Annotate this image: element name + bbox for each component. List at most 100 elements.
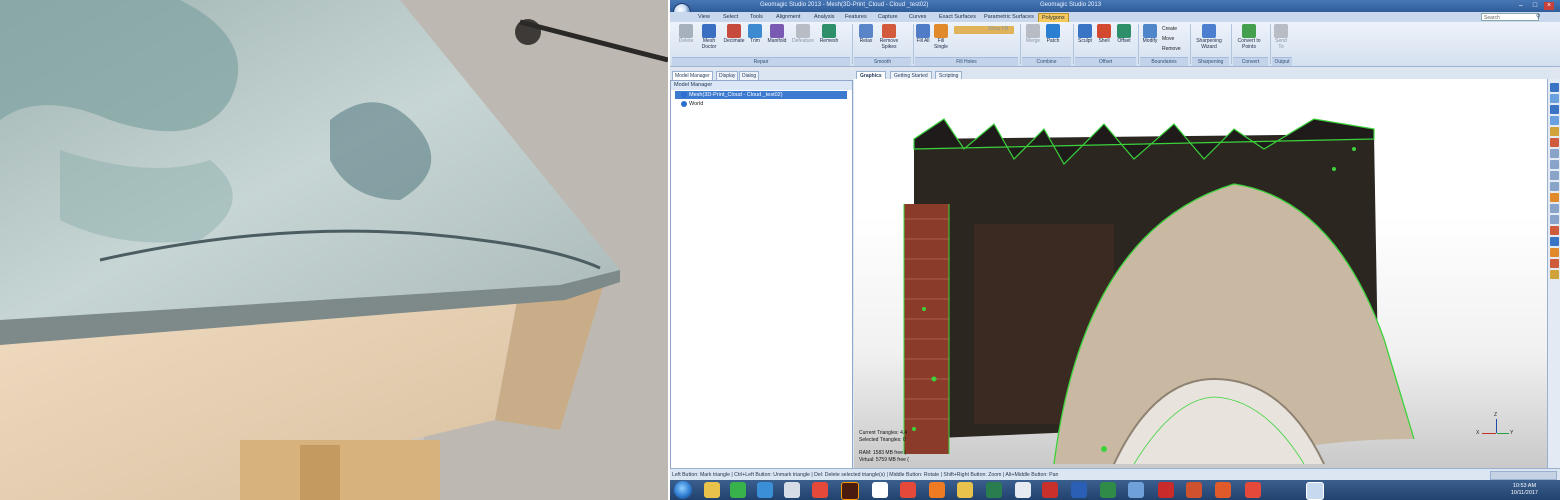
tab-parametric-surfaces[interactable]: Parametric Surfaces bbox=[981, 13, 1037, 22]
powerpoint-icon[interactable] bbox=[1186, 482, 1202, 498]
decimate-button[interactable]: Decimate bbox=[722, 24, 746, 45]
telegram-icon[interactable] bbox=[757, 482, 773, 498]
line-icon[interactable] bbox=[730, 482, 746, 498]
folder-icon-2[interactable] bbox=[957, 482, 973, 498]
fill-all-button[interactable]: Fill All bbox=[916, 24, 930, 45]
group-repair: Repair bbox=[672, 57, 850, 66]
axis-triad-icon: Z X Y bbox=[1476, 412, 1514, 449]
remesh-button[interactable]: Remesh bbox=[818, 24, 840, 45]
lighting-icon[interactable] bbox=[1550, 237, 1559, 246]
group-convert: Convert bbox=[1233, 57, 1268, 66]
sculpt-button[interactable]: Sculpt bbox=[1076, 24, 1094, 45]
tab-features[interactable]: Features bbox=[842, 13, 870, 22]
view-left-icon[interactable] bbox=[1550, 105, 1559, 114]
virtual-memory-readout: Virtual: 5759 MB free ( bbox=[859, 457, 909, 463]
select-icon[interactable] bbox=[1550, 171, 1559, 180]
tab-exact-surfaces[interactable]: Exact Surfaces bbox=[936, 13, 979, 22]
shell-icon bbox=[1097, 24, 1111, 38]
manifold-button[interactable]: Manifold bbox=[765, 24, 789, 45]
windows-taskbar: 10:53 AM 10/11/2017 bbox=[670, 480, 1560, 500]
tab-view[interactable]: View bbox=[695, 13, 713, 22]
send-to-icon bbox=[1274, 24, 1288, 38]
office-icon[interactable] bbox=[1215, 482, 1231, 498]
firefox-icon[interactable] bbox=[929, 482, 945, 498]
word-icon[interactable] bbox=[1071, 482, 1087, 498]
merge-icon bbox=[1026, 24, 1040, 38]
view-front-icon[interactable] bbox=[1550, 83, 1559, 92]
delete-button[interactable]: Delete bbox=[676, 24, 696, 45]
brush-icon[interactable] bbox=[1550, 204, 1559, 213]
opera-icon[interactable] bbox=[1042, 482, 1058, 498]
pan-icon[interactable] bbox=[1550, 160, 1559, 169]
search-input[interactable]: Search bbox=[1481, 13, 1539, 21]
ram-readout: RAM: 1583 MB free ( bbox=[859, 450, 906, 456]
shell-button[interactable]: Shell bbox=[1096, 24, 1112, 45]
patch-button[interactable]: Patch bbox=[1044, 24, 1062, 45]
illustrator-icon[interactable] bbox=[841, 482, 859, 500]
mesh-doctor-button[interactable]: Mesh Doctor bbox=[698, 24, 720, 50]
excel-icon[interactable] bbox=[1100, 482, 1116, 498]
language-icon[interactable] bbox=[1015, 482, 1031, 498]
ellipse-icon[interactable] bbox=[1550, 215, 1559, 224]
convert-to-points-button[interactable]: Convert to Points bbox=[1234, 24, 1264, 50]
earth-icon[interactable] bbox=[986, 482, 1002, 498]
relax-button[interactable]: Relax bbox=[857, 24, 875, 45]
zoom-icon[interactable] bbox=[1550, 127, 1559, 136]
title-bar: Geomagic Studio 2013 - Mesh(3D-Print_Clo… bbox=[670, 0, 1560, 12]
maximize-icon[interactable]: □ bbox=[1530, 2, 1540, 10]
tree-item-mesh[interactable]: Mesh(3D-Print_Cloud - Cloud _test02) bbox=[675, 91, 847, 99]
remove-boundary-button[interactable]: Remove bbox=[1162, 46, 1181, 52]
modify-button[interactable]: Modify bbox=[1141, 24, 1159, 45]
axis-y-label: Y bbox=[1510, 430, 1514, 436]
tree-item-world[interactable]: World bbox=[675, 100, 703, 108]
fit-view-icon[interactable] bbox=[1550, 138, 1559, 147]
modify-icon bbox=[1143, 24, 1157, 38]
trim-button[interactable]: Trim bbox=[747, 24, 763, 45]
folder-icon[interactable] bbox=[704, 482, 720, 498]
status-hints: Left Button: Mark triangle | Ctrl+Left B… bbox=[672, 472, 1059, 478]
sharpening-wizard-button[interactable]: Sharpening Wizard bbox=[1193, 24, 1225, 50]
remove-spikes-button[interactable]: Remove Spikes bbox=[877, 24, 901, 50]
start-button[interactable] bbox=[674, 481, 692, 499]
display-icon[interactable] bbox=[1550, 270, 1559, 279]
photo-printed-model-on-plinth bbox=[0, 0, 668, 500]
geomagic-taskbar-icon[interactable] bbox=[1306, 482, 1324, 500]
chrome-icon[interactable] bbox=[812, 482, 828, 498]
color-icon[interactable] bbox=[1550, 248, 1559, 257]
graphics-viewport[interactable]: Current Triangles: 4.4 Selected Triangle… bbox=[854, 79, 1547, 468]
merge-button[interactable]: Merge bbox=[1024, 24, 1042, 45]
fill-single-button[interactable]: Fill Single bbox=[932, 24, 950, 50]
tab-select[interactable]: Select bbox=[720, 13, 741, 22]
lasso-icon[interactable] bbox=[1550, 182, 1559, 191]
view-right-icon[interactable] bbox=[1550, 116, 1559, 125]
group-combine: Combine bbox=[1022, 57, 1071, 66]
create-boundary-button[interactable]: Create bbox=[1162, 26, 1177, 32]
tab-capture[interactable]: Capture bbox=[875, 13, 901, 22]
chrome-icon-3[interactable] bbox=[1245, 482, 1261, 498]
group-fill-holes: Fill Holes bbox=[915, 57, 1018, 66]
close-icon[interactable]: × bbox=[1544, 2, 1554, 10]
rotate-icon[interactable] bbox=[1550, 149, 1559, 158]
tab-curves[interactable]: Curves bbox=[906, 13, 929, 22]
paint-icon[interactable] bbox=[1550, 193, 1559, 202]
texture-icon[interactable] bbox=[1550, 259, 1559, 268]
chrome-icon-2[interactable] bbox=[900, 482, 916, 498]
tab-tools[interactable]: Tools bbox=[747, 13, 766, 22]
files-icon[interactable] bbox=[1128, 482, 1144, 498]
creative-cloud-icon[interactable] bbox=[872, 482, 888, 498]
tab-analysis[interactable]: Analysis bbox=[811, 13, 837, 22]
shading-icon[interactable] bbox=[1550, 226, 1559, 235]
move-boundary-button[interactable]: Move bbox=[1162, 36, 1174, 42]
tab-alignment[interactable]: Alignment bbox=[773, 13, 803, 22]
world-icon bbox=[681, 100, 687, 107]
email-icon[interactable] bbox=[784, 482, 800, 498]
offset-button[interactable]: Offset bbox=[1114, 24, 1134, 45]
acrobat-icon[interactable] bbox=[1158, 482, 1174, 498]
minimize-icon[interactable]: – bbox=[1516, 2, 1526, 10]
send-to-button[interactable]: Send To bbox=[1272, 24, 1290, 50]
system-clock[interactable]: 10:53 AM 10/11/2017 bbox=[1511, 483, 1538, 497]
search-icon[interactable]: ⚲ bbox=[1536, 13, 1540, 20]
view-back-icon[interactable] bbox=[1550, 94, 1559, 103]
defeature-button[interactable]: Defeature bbox=[790, 24, 816, 45]
show-fill-checkbox[interactable]: Show Fill bbox=[988, 26, 1008, 32]
